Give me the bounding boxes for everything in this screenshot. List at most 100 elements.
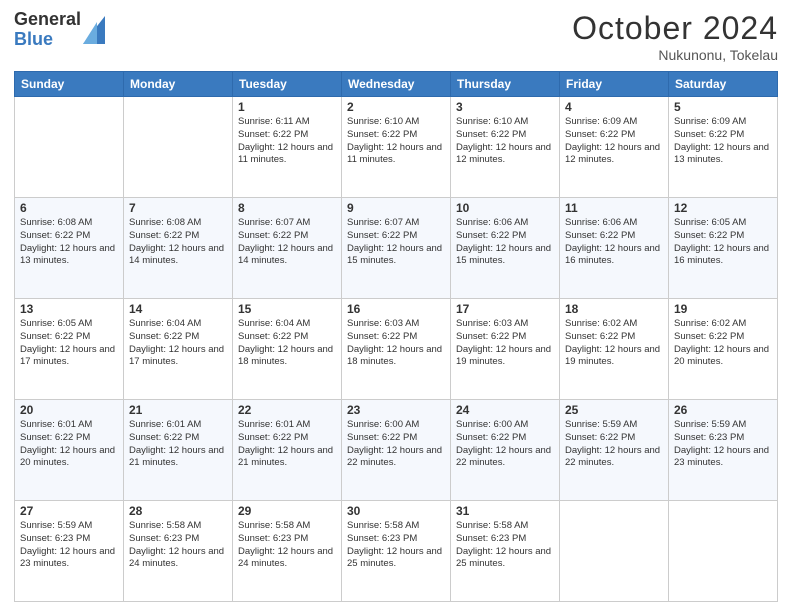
day-number: 7 (129, 201, 227, 215)
weekday-header: Tuesday (233, 72, 342, 97)
day-info: Sunrise: 6:03 AM Sunset: 6:22 PM Dayligh… (347, 318, 445, 369)
day-info: Sunrise: 6:10 AM Sunset: 6:22 PM Dayligh… (347, 116, 445, 167)
day-info: Sunrise: 5:59 AM Sunset: 6:23 PM Dayligh… (674, 419, 772, 470)
calendar-week-row: 13 Sunrise: 6:05 AM Sunset: 6:22 PM Dayli… (15, 299, 778, 400)
day-number: 2 (347, 100, 445, 114)
calendar-cell (669, 501, 778, 602)
day-info: Sunrise: 6:01 AM Sunset: 6:22 PM Dayligh… (129, 419, 227, 470)
day-info: Sunrise: 6:10 AM Sunset: 6:22 PM Dayligh… (456, 116, 554, 167)
calendar-cell: 28Sunrise: 5:58 AM Sunset: 6:23 PM Dayli… (124, 501, 233, 602)
day-info: Sunrise: 6:02 AM Sunset: 6:22 PM Dayligh… (674, 318, 772, 369)
weekday-header: Wednesday (342, 72, 451, 97)
calendar-cell: 25Sunrise: 5:59 AM Sunset: 6:22 PM Dayli… (560, 400, 669, 501)
day-number: 6 (20, 201, 118, 215)
weekday-header: Monday (124, 72, 233, 97)
day-info: Sunrise: 6:05 AM Sunset: 6:22 PM Dayligh… (20, 318, 118, 369)
day-info: Sunrise: 6:08 AM Sunset: 6:22 PM Dayligh… (129, 217, 227, 268)
day-info: Sunrise: 6:01 AM Sunset: 6:22 PM Dayligh… (238, 419, 336, 470)
day-number: 29 (238, 504, 336, 518)
day-info: Sunrise: 6:03 AM Sunset: 6:22 PM Dayligh… (456, 318, 554, 369)
calendar-cell: 14 Sunrise: 6:04 AM Sunset: 6:22 PM Dayli… (124, 299, 233, 400)
calendar-cell: 16Sunrise: 6:03 AM Sunset: 6:22 PM Dayli… (342, 299, 451, 400)
calendar-cell: 20 Sunrise: 6:01 AM Sunset: 6:22 PM Dayli… (15, 400, 124, 501)
day-info: Sunrise: 6:02 AM Sunset: 6:22 PM Dayligh… (565, 318, 663, 369)
calendar-cell: 11 Sunrise: 6:06 AM Sunset: 6:22 PM Dayli… (560, 198, 669, 299)
calendar-cell: 12 Sunrise: 6:05 AM Sunset: 6:22 PM Dayli… (669, 198, 778, 299)
day-number: 13 (20, 302, 118, 316)
calendar-week-row: 20 Sunrise: 6:01 AM Sunset: 6:22 PM Dayli… (15, 400, 778, 501)
calendar-cell: 1Sunrise: 6:11 AM Sunset: 6:22 PM Daylig… (233, 97, 342, 198)
calendar-cell: 7 Sunrise: 6:08 AM Sunset: 6:22 PM Daylig… (124, 198, 233, 299)
day-info: Sunrise: 5:58 AM Sunset: 6:23 PM Dayligh… (238, 520, 336, 571)
calendar-header-row: SundayMondayTuesdayWednesdayThursdayFrid… (15, 72, 778, 97)
day-info: Sunrise: 6:06 AM Sunset: 6:22 PM Dayligh… (456, 217, 554, 268)
day-number: 10 (456, 201, 554, 215)
calendar-cell: 15Sunrise: 6:04 AM Sunset: 6:22 PM Dayli… (233, 299, 342, 400)
calendar-cell: 19Sunrise: 6:02 AM Sunset: 6:22 PM Dayli… (669, 299, 778, 400)
logo: General Blue (14, 10, 105, 50)
day-number: 23 (347, 403, 445, 417)
calendar-cell: 9 Sunrise: 6:07 AM Sunset: 6:22 PM Daylig… (342, 198, 451, 299)
calendar-cell: 27 Sunrise: 5:59 AM Sunset: 6:23 PM Dayli… (15, 501, 124, 602)
calendar-cell: 23 Sunrise: 6:00 AM Sunset: 6:22 PM Dayli… (342, 400, 451, 501)
title-block: October 2024 Nukunonu, Tokelau (572, 10, 778, 63)
day-info: Sunrise: 6:06 AM Sunset: 6:22 PM Dayligh… (565, 217, 663, 268)
day-number: 12 (674, 201, 772, 215)
day-number: 17 (456, 302, 554, 316)
day-number: 5 (674, 100, 772, 114)
calendar-cell: 29 Sunrise: 5:58 AM Sunset: 6:23 PM Dayli… (233, 501, 342, 602)
day-info: Sunrise: 6:05 AM Sunset: 6:22 PM Dayligh… (674, 217, 772, 268)
calendar-cell: 17 Sunrise: 6:03 AM Sunset: 6:22 PM Dayli… (451, 299, 560, 400)
calendar-cell (15, 97, 124, 198)
day-number: 8 (238, 201, 336, 215)
day-number: 14 (129, 302, 227, 316)
day-info: Sunrise: 5:59 AM Sunset: 6:23 PM Dayligh… (20, 520, 118, 571)
calendar-table: SundayMondayTuesdayWednesdayThursdayFrid… (14, 71, 778, 602)
day-info: Sunrise: 6:08 AM Sunset: 6:22 PM Dayligh… (20, 217, 118, 268)
day-info: Sunrise: 5:58 AM Sunset: 6:23 PM Dayligh… (347, 520, 445, 571)
location-subtitle: Nukunonu, Tokelau (572, 47, 778, 63)
calendar-cell: 30 Sunrise: 5:58 AM Sunset: 6:23 PM Dayli… (342, 501, 451, 602)
day-number: 11 (565, 201, 663, 215)
weekday-header: Friday (560, 72, 669, 97)
calendar-cell: 31 Sunrise: 5:58 AM Sunset: 6:23 PM Dayli… (451, 501, 560, 602)
calendar-cell: 2 Sunrise: 6:10 AM Sunset: 6:22 PM Daylig… (342, 97, 451, 198)
calendar-cell: 3 Sunrise: 6:10 AM Sunset: 6:22 PM Daylig… (451, 97, 560, 198)
logo-text: General Blue (14, 10, 81, 50)
day-info: Sunrise: 6:04 AM Sunset: 6:22 PM Dayligh… (129, 318, 227, 369)
day-info: Sunrise: 6:00 AM Sunset: 6:22 PM Dayligh… (456, 419, 554, 470)
header: General Blue October 2024 Nukunonu, Toke… (14, 10, 778, 63)
calendar-cell (560, 501, 669, 602)
calendar-week-row: 6 Sunrise: 6:08 AM Sunset: 6:22 PM Daylig… (15, 198, 778, 299)
calendar-cell: 5Sunrise: 6:09 AM Sunset: 6:22 PM Daylig… (669, 97, 778, 198)
calendar-cell: 22Sunrise: 6:01 AM Sunset: 6:22 PM Dayli… (233, 400, 342, 501)
month-title: October 2024 (572, 10, 778, 47)
day-info: Sunrise: 6:01 AM Sunset: 6:22 PM Dayligh… (20, 419, 118, 470)
day-number: 3 (456, 100, 554, 114)
calendar-week-row: 1Sunrise: 6:11 AM Sunset: 6:22 PM Daylig… (15, 97, 778, 198)
day-number: 24 (456, 403, 554, 417)
day-number: 26 (674, 403, 772, 417)
logo-icon (83, 16, 105, 44)
day-info: Sunrise: 5:59 AM Sunset: 6:22 PM Dayligh… (565, 419, 663, 470)
day-info: Sunrise: 6:09 AM Sunset: 6:22 PM Dayligh… (565, 116, 663, 167)
weekday-header: Sunday (15, 72, 124, 97)
day-info: Sunrise: 5:58 AM Sunset: 6:23 PM Dayligh… (456, 520, 554, 571)
day-number: 27 (20, 504, 118, 518)
weekday-header: Thursday (451, 72, 560, 97)
calendar-cell: 24 Sunrise: 6:00 AM Sunset: 6:22 PM Dayli… (451, 400, 560, 501)
page: General Blue October 2024 Nukunonu, Toke… (0, 0, 792, 612)
day-number: 30 (347, 504, 445, 518)
day-info: Sunrise: 6:07 AM Sunset: 6:22 PM Dayligh… (347, 217, 445, 268)
day-info: Sunrise: 6:00 AM Sunset: 6:22 PM Dayligh… (347, 419, 445, 470)
calendar-cell: 6 Sunrise: 6:08 AM Sunset: 6:22 PM Daylig… (15, 198, 124, 299)
calendar-cell: 18 Sunrise: 6:02 AM Sunset: 6:22 PM Dayli… (560, 299, 669, 400)
day-number: 31 (456, 504, 554, 518)
day-number: 28 (129, 504, 227, 518)
calendar-cell (124, 97, 233, 198)
day-number: 18 (565, 302, 663, 316)
day-number: 4 (565, 100, 663, 114)
day-info: Sunrise: 6:07 AM Sunset: 6:22 PM Dayligh… (238, 217, 336, 268)
day-number: 20 (20, 403, 118, 417)
day-number: 9 (347, 201, 445, 215)
